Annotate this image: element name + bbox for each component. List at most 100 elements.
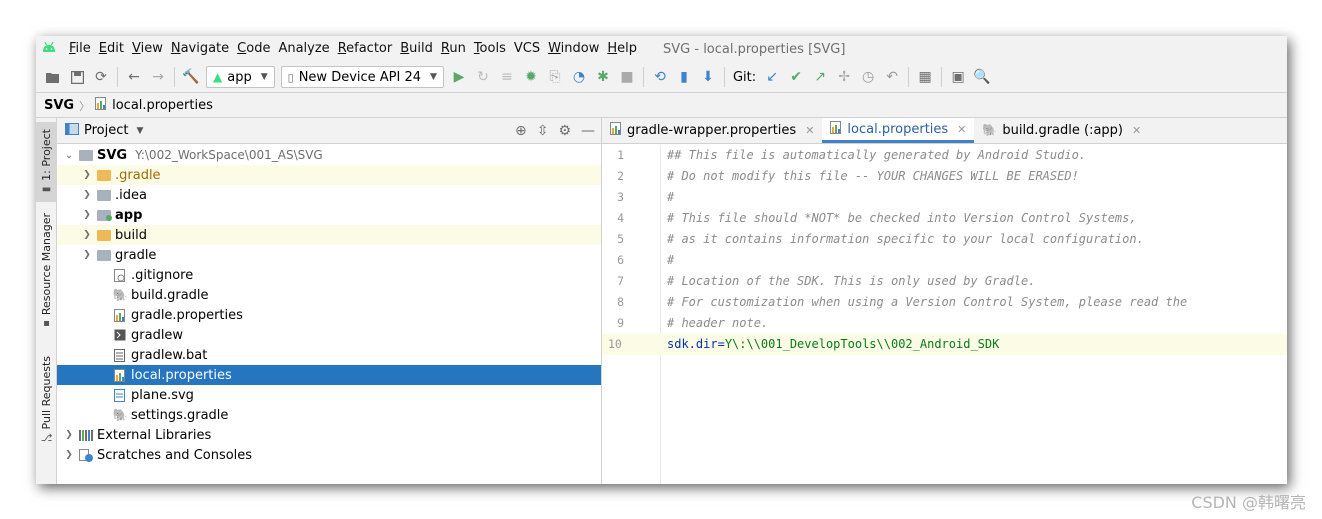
back-arrow-icon[interactable]: ← bbox=[123, 66, 145, 88]
breadcrumb-file[interactable]: local.properties bbox=[112, 98, 213, 113]
menu-item-run[interactable]: Run bbox=[437, 36, 470, 62]
tree-root[interactable]: ⌄ SVG Y:\002_WorkSpace\001_AS\SVG bbox=[57, 145, 601, 165]
code-comment-line: # header note. bbox=[667, 316, 769, 330]
line-number: 4 bbox=[617, 211, 624, 225]
file-type-icon bbox=[113, 388, 127, 402]
forward-arrow-icon[interactable]: → bbox=[147, 66, 169, 88]
tree-item[interactable]: ❯ app bbox=[57, 205, 601, 225]
chevron-down-icon[interactable]: ▼ bbox=[136, 126, 143, 136]
chevron-right-icon[interactable]: ❯ bbox=[63, 450, 75, 460]
gradle-sync-icon[interactable]: ⟲ bbox=[649, 66, 671, 88]
editor-tab[interactable]: 🐘 build.gradle (:app) ✕ bbox=[974, 118, 1149, 143]
device-select[interactable]: ▯ New Device API 24 ▼ bbox=[280, 66, 444, 88]
git-update-icon[interactable]: ↙ bbox=[761, 66, 783, 88]
close-icon[interactable]: ✕ bbox=[805, 124, 814, 137]
menu-item-analyze[interactable]: Analyze bbox=[274, 36, 333, 62]
chevron-down-icon[interactable]: ⌄ bbox=[63, 150, 75, 161]
search-icon[interactable]: 🔍 bbox=[971, 66, 993, 88]
file-type-icon bbox=[113, 368, 127, 382]
menu-item-tools[interactable]: Tools bbox=[470, 36, 510, 62]
tree-item[interactable]: local.properties bbox=[57, 365, 601, 385]
menu-item-vcs[interactable]: VCS bbox=[510, 36, 544, 62]
tab-pull-requests[interactable]: Pull Requests ⎇ bbox=[36, 350, 57, 450]
menu-item-navigate[interactable]: Navigate bbox=[167, 36, 233, 62]
apply-code-changes-icon[interactable]: ≡ bbox=[496, 66, 518, 88]
code-comment-line: # This file should *NOT* be checked into… bbox=[667, 211, 1137, 225]
menu-item-code[interactable]: Code bbox=[233, 36, 274, 62]
sync-icon[interactable]: ⟳ bbox=[90, 66, 112, 88]
tree-item[interactable]: .gitignore bbox=[57, 265, 601, 285]
project-view-title[interactable]: Project bbox=[84, 123, 128, 138]
menu-item-build[interactable]: Build bbox=[396, 36, 437, 62]
tree-item[interactable]: plane.svg bbox=[57, 385, 601, 405]
android-config-icon: ▲ bbox=[213, 70, 223, 84]
chevron-right-icon[interactable]: ❯ bbox=[63, 430, 75, 440]
minimize-icon[interactable]: — bbox=[581, 123, 595, 139]
toolbar-separator bbox=[117, 67, 118, 87]
menu-item-view[interactable]: View bbox=[128, 36, 167, 62]
tree-item[interactable]: gradlew bbox=[57, 325, 601, 345]
run-config-select[interactable]: ▲ app ▼ bbox=[206, 66, 275, 88]
menu-label: iew bbox=[140, 41, 163, 56]
menu-mnemonic: W bbox=[548, 41, 561, 56]
code-area[interactable]: ## This file is automatically generated … bbox=[661, 145, 1287, 484]
tree-item[interactable]: ❯ .gradle bbox=[57, 165, 601, 185]
menu-item-file[interactable]: File bbox=[65, 36, 95, 62]
tree-item[interactable]: 🐘 build.gradle bbox=[57, 285, 601, 305]
collapse-all-icon[interactable]: ⇳ bbox=[537, 123, 549, 139]
chevron-right-icon[interactable]: ❯ bbox=[81, 210, 93, 220]
profile-icon[interactable]: ◔ bbox=[568, 66, 590, 88]
git-merge-icon[interactable]: ✢ bbox=[833, 66, 855, 88]
avd-manager-icon[interactable]: ▮ bbox=[673, 66, 695, 88]
breadcrumb-separator-icon: 〉 bbox=[79, 99, 91, 113]
stop-icon[interactable]: ■ bbox=[616, 66, 638, 88]
gear-icon[interactable]: ⚙ bbox=[558, 123, 571, 139]
pull-request-icon: ⎇ bbox=[40, 432, 53, 444]
menu-item-refactor[interactable]: Refactor bbox=[334, 36, 397, 62]
toolbar-separator bbox=[908, 67, 910, 87]
hammer-build-icon[interactable]: 🔨 bbox=[180, 66, 202, 88]
editor-tab-label: gradle-wrapper.properties bbox=[627, 123, 797, 138]
tree-item-label: .idea bbox=[115, 187, 147, 203]
apply-changes-icon[interactable]: ↻ bbox=[472, 66, 494, 88]
save-all-icon[interactable] bbox=[66, 66, 88, 88]
close-icon[interactable]: ✕ bbox=[957, 123, 966, 136]
chevron-right-icon[interactable]: ❯ bbox=[81, 170, 93, 180]
chevron-right-icon[interactable]: ❯ bbox=[81, 190, 93, 200]
chevron-right-icon[interactable]: ❯ bbox=[81, 250, 93, 260]
menu-item-edit[interactable]: Edit bbox=[95, 36, 128, 62]
tree-item[interactable]: gradlew.bat bbox=[57, 345, 601, 365]
git-history-icon[interactable]: ◷ bbox=[857, 66, 879, 88]
run-icon[interactable]: ▶ bbox=[448, 66, 470, 88]
tree-item[interactable]: ❯ .idea bbox=[57, 185, 601, 205]
chevron-right-icon[interactable]: ❯ bbox=[81, 230, 93, 240]
run-with-coverage-icon[interactable]: ✱ bbox=[592, 66, 614, 88]
menu-item-window[interactable]: Window bbox=[544, 36, 603, 62]
tree-external-libraries-label: External Libraries bbox=[97, 427, 212, 443]
tree-item[interactable]: ❯ build bbox=[57, 225, 601, 245]
breadcrumb-project[interactable]: SVG bbox=[44, 98, 74, 113]
open-folder-icon[interactable] bbox=[42, 66, 64, 88]
locate-icon[interactable]: ⊕ bbox=[515, 123, 527, 139]
tree-item[interactable]: ❯ gradle bbox=[57, 245, 601, 265]
terminal-icon[interactable]: ▣ bbox=[947, 66, 969, 88]
tree-external-libraries[interactable]: ❯ External Libraries bbox=[57, 425, 601, 445]
sdk-manager-icon[interactable]: ⬇ bbox=[697, 66, 719, 88]
git-rollback-icon[interactable]: ↶ bbox=[881, 66, 903, 88]
tree-scratches[interactable]: ❯ Scratches and Consoles bbox=[57, 445, 601, 465]
menu-item-help[interactable]: Help bbox=[603, 36, 641, 62]
git-commit-icon[interactable]: ✔ bbox=[785, 66, 807, 88]
tab-project[interactable]: 1: Project ▬ bbox=[36, 122, 57, 202]
menu-label: efactor bbox=[346, 41, 393, 56]
tree-item[interactable]: gradle.properties bbox=[57, 305, 601, 325]
attach-debugger-icon[interactable]: ⎘ bbox=[544, 66, 566, 88]
tree-item[interactable]: 🐘 settings.gradle bbox=[57, 405, 601, 425]
editor-tab[interactable]: local.properties ✕ bbox=[822, 118, 975, 143]
close-icon[interactable]: ✕ bbox=[1132, 124, 1141, 137]
tab-resource-manager[interactable]: Resource Manager ▪ bbox=[36, 210, 57, 332]
git-push-icon[interactable]: ↗ bbox=[809, 66, 831, 88]
toolbar-separator bbox=[941, 67, 943, 87]
project-structure-icon[interactable]: ▦ bbox=[914, 66, 936, 88]
editor-tab[interactable]: gradle-wrapper.properties ✕ bbox=[602, 118, 822, 143]
debug-icon[interactable]: ✹ bbox=[520, 66, 542, 88]
